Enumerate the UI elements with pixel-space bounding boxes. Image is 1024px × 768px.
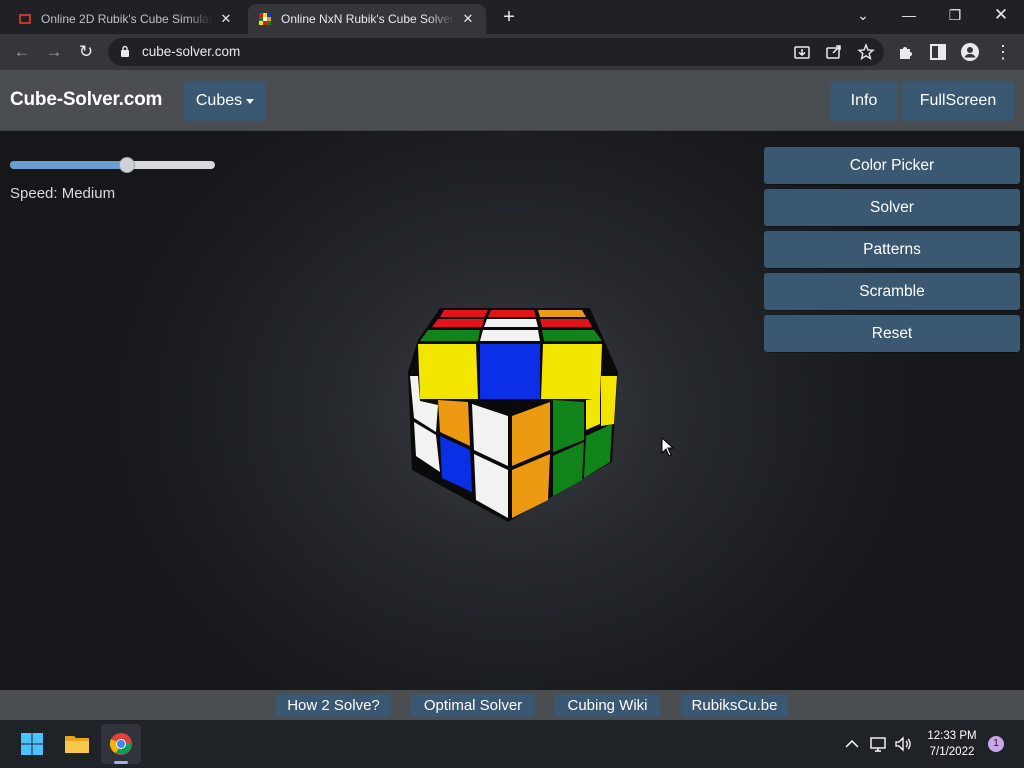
back-arrow-icon[interactable]: ← [9, 39, 35, 65]
reload-icon[interactable]: ↻ [73, 39, 99, 65]
speed-label: Speed: Medium [10, 185, 116, 202]
active-app-indicator [114, 761, 128, 764]
profile-avatar-icon[interactable] [960, 42, 980, 62]
kebab-menu-icon[interactable]: ⋮ [990, 39, 1016, 65]
tab-2d-simulator[interactable]: Online 2D Rubik's Cube Simulator ✕ [8, 4, 244, 34]
forward-arrow-icon[interactable]: → [41, 39, 67, 65]
lock-icon [121, 45, 129, 57]
solver-button[interactable]: Solver [764, 189, 1020, 226]
system-clock[interactable]: 12:33 PM 7/1/2022 [921, 728, 983, 760]
tab-title: Online NxN Rubik's Cube Solver [281, 12, 454, 26]
close-icon[interactable]: ✕ [460, 11, 476, 27]
cube-favicon-icon [19, 14, 31, 24]
fullscreen-button[interactable]: FullScreen [902, 81, 1014, 121]
site-brand[interactable]: Cube-Solver.com [10, 89, 162, 111]
rubiks-cube-3d[interactable] [400, 306, 626, 526]
mouse-pointer-icon [661, 437, 675, 457]
url-text: cube-solver.com [142, 44, 241, 59]
restore-icon[interactable]: ❐ [932, 0, 978, 34]
rubiks-cube-favicon-icon [259, 13, 271, 25]
rubikscube-link[interactable]: RubiksCu.be [681, 694, 788, 717]
install-app-icon[interactable] [793, 43, 811, 61]
reset-button[interactable]: Reset [764, 315, 1020, 352]
patterns-button[interactable]: Patterns [764, 231, 1020, 268]
start-button[interactable] [12, 724, 52, 764]
cubing-wiki-link[interactable]: Cubing Wiki [555, 694, 660, 717]
file-explorer-button[interactable] [57, 724, 97, 764]
site-navbar: Cube-Solver.com Cubes Info FullScreen [0, 70, 1024, 131]
notification-badge[interactable]: 1 [988, 736, 1004, 752]
clock-time: 12:33 PM [927, 730, 977, 742]
bookmark-star-icon[interactable] [857, 43, 875, 61]
chrome-taskbar-button[interactable] [101, 724, 141, 764]
minimize-icon[interactable]: — [886, 0, 932, 34]
caret-down-icon [246, 98, 255, 104]
clock-date: 7/1/2022 [929, 746, 975, 758]
color-picker-button[interactable]: Color Picker [764, 147, 1020, 184]
chrome-icon [109, 733, 132, 755]
optimal-solver-link[interactable]: Optimal Solver [411, 694, 535, 717]
info-button[interactable]: Info [830, 81, 898, 121]
close-icon[interactable]: ✕ [218, 11, 234, 27]
speed-slider-thumb[interactable] [118, 157, 135, 173]
cubes-label: Cubes [195, 92, 243, 109]
speed-slider[interactable] [10, 157, 215, 173]
volume-icon[interactable] [893, 734, 913, 754]
browser-toolbar: ← → ↻ cube-solver.com ⋮ [0, 34, 1024, 70]
window-close-icon[interactable]: ✕ [978, 0, 1024, 34]
chevron-up-icon[interactable] [842, 734, 862, 754]
share-icon[interactable] [825, 43, 843, 61]
footer-links-bar: How 2 Solve? Optimal Solver Cubing Wiki … [0, 690, 1024, 720]
windows-taskbar: 12:33 PM 7/1/2022 1 [0, 720, 1024, 768]
tab-title: Online 2D Rubik's Cube Simulator [41, 12, 212, 26]
side-panel-icon[interactable] [928, 42, 948, 62]
browser-titlebar: Online 2D Rubik's Cube Simulator ✕ Onlin… [0, 0, 1024, 34]
folder-icon [65, 736, 89, 753]
how-2-solve-link[interactable]: How 2 Solve? [276, 694, 391, 717]
extensions-puzzle-icon[interactable] [896, 42, 916, 62]
address-bar[interactable]: cube-solver.com [108, 38, 884, 66]
windows-logo-icon [21, 733, 43, 755]
tab-search-chevron-icon[interactable]: ⌄ [840, 0, 886, 34]
cubes-dropdown-button[interactable]: Cubes [184, 81, 266, 121]
tab-nxn-solver[interactable]: Online NxN Rubik's Cube Solver ✕ [248, 4, 486, 34]
cube-solver-page: Cube-Solver.com Cubes Info FullScreen Sp… [0, 70, 1024, 720]
scramble-button[interactable]: Scramble [764, 273, 1020, 310]
network-icon[interactable] [869, 734, 889, 754]
new-tab-button[interactable]: + [498, 6, 520, 28]
speed-slider-fill [10, 161, 127, 169]
